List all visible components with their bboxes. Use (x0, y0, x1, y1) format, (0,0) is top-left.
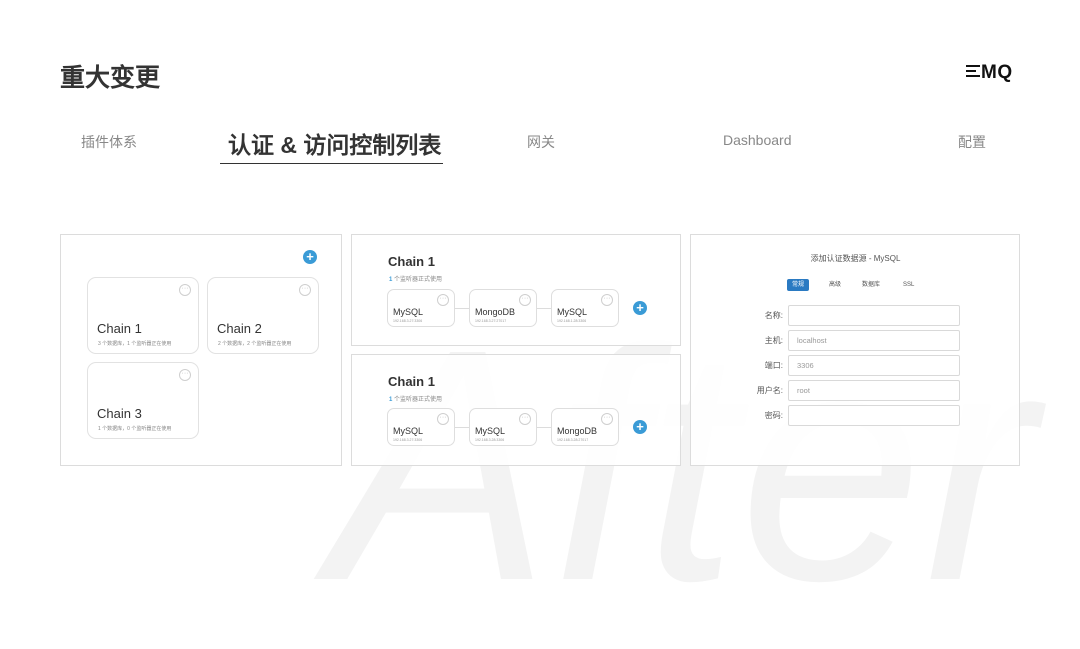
add-auth-source-panel: 添加认证数据源 - MySQL 常规 高级 数据库 SSL 名称: 主机: lo… (690, 234, 1020, 466)
chain-desc: 1 个数据库，0 个监听器正在使用 (98, 426, 172, 432)
node-address: 192.168.1.28:3306 (557, 319, 587, 323)
tab-config[interactable]: 配置 (958, 132, 986, 152)
more-options-icon[interactable]: ··· (601, 294, 613, 306)
form-tab-database[interactable]: 数据库 (862, 279, 880, 291)
add-node-button[interactable]: + (633, 301, 647, 315)
emq-logo: MQ (966, 62, 1013, 84)
node-address: 192.168.3.27:27017 (475, 319, 507, 323)
more-options-icon[interactable]: ··· (519, 413, 531, 425)
more-options-icon[interactable]: ··· (437, 413, 449, 425)
data-source-node[interactable]: ··· MySQL 192.168.3.28:3306 (469, 408, 537, 446)
chain-flow-panel: Chain 1 1 个监听器正式使用 ··· MySQL 192.168.3.2… (351, 354, 681, 466)
node-address: 192.168.3.27:3306 (393, 438, 423, 442)
node-name: MySQL (557, 307, 588, 317)
chain-flow-subtitle: 1 个监听器正式使用 (389, 274, 442, 283)
node-name: MySQL (475, 426, 506, 436)
name-field[interactable] (788, 305, 960, 326)
chain-name: Chain 1 (97, 321, 142, 336)
name-label: 名称: (764, 311, 783, 320)
node-connector (455, 308, 470, 309)
listener-text: 个监听器正式使用 (392, 397, 443, 403)
form-tab-ssl[interactable]: SSL (903, 279, 914, 291)
port-label: 端口: (764, 361, 783, 370)
node-connector (455, 427, 470, 428)
node-address: 192.168.3.27:3306 (393, 319, 423, 323)
port-field[interactable]: 3306 (788, 355, 960, 376)
chain-card[interactable]: ··· Chain 3 1 个数据库，0 个监听器正在使用 (87, 362, 199, 439)
tab-dashboard[interactable]: Dashboard (723, 132, 792, 148)
host-field[interactable]: localhost (788, 330, 960, 351)
add-chain-button[interactable]: + (303, 250, 317, 264)
data-source-node[interactable]: ··· MySQL 192.168.3.27:3306 (387, 289, 455, 327)
form-tab-general[interactable]: 常规 (787, 279, 810, 291)
more-options-icon[interactable]: ··· (179, 369, 191, 381)
username-label: 用户名: (756, 386, 783, 395)
chain-name: Chain 2 (217, 321, 262, 336)
tab-plugins[interactable]: 插件体系 (81, 132, 137, 152)
password-field[interactable] (788, 405, 960, 426)
data-source-node[interactable]: ··· MongoDB 192.168.3.27:27017 (469, 289, 537, 327)
more-options-icon[interactable]: ··· (437, 294, 449, 306)
node-connector (537, 427, 552, 428)
node-name: MongoDB (557, 426, 598, 436)
chain-flow-title: Chain 1 (388, 254, 435, 269)
page-title: 重大变更 (60, 64, 161, 92)
more-options-icon[interactable]: ··· (601, 413, 613, 425)
active-tab-underline (220, 163, 443, 164)
add-node-button[interactable]: + (633, 420, 647, 434)
data-source-node[interactable]: ··· MySQL 192.168.3.27:3306 (387, 408, 455, 446)
chain-desc: 2 个数据库，2 个监听器正在使用 (218, 341, 292, 347)
password-label: 密码: (764, 411, 783, 420)
host-label: 主机: (764, 336, 783, 345)
node-name: MySQL (393, 426, 424, 436)
form-title: 添加认证数据源 - MySQL (810, 254, 901, 263)
username-field[interactable]: root (788, 380, 960, 401)
chain-name: Chain 3 (97, 406, 142, 421)
chain-card[interactable]: ··· Chain 1 3 个数据库，1 个监听器正在使用 (87, 277, 199, 354)
logo-bars-icon (966, 64, 980, 77)
node-connector (537, 308, 552, 309)
tab-auth-acl[interactable]: 认证 & 访问控制列表 (228, 126, 441, 160)
node-name: MySQL (393, 307, 424, 317)
chain-flow-title: Chain 1 (388, 374, 435, 389)
data-source-node[interactable]: ··· MySQL 192.168.1.28:3306 (551, 289, 619, 327)
form-tab-advanced[interactable]: 高级 (829, 279, 841, 291)
more-options-icon[interactable]: ··· (179, 284, 191, 296)
more-options-icon[interactable]: ··· (299, 284, 311, 296)
chain-list-panel: + ··· Chain 1 3 个数据库，1 个监听器正在使用 ··· Chai… (60, 234, 342, 466)
node-address: 192.168.3.28:3306 (475, 438, 505, 442)
node-name: MongoDB (475, 307, 516, 317)
tab-gateway[interactable]: 网关 (527, 132, 555, 152)
listener-text: 个监听器正式使用 (392, 277, 443, 283)
chain-desc: 3 个数据库，1 个监听器正在使用 (98, 341, 172, 347)
more-options-icon[interactable]: ··· (519, 294, 531, 306)
data-source-node[interactable]: ··· MongoDB 192.168.3.28:27017 (551, 408, 619, 446)
node-address: 192.168.3.28:27017 (557, 438, 589, 442)
chain-flow-subtitle: 1 个监听器正式使用 (389, 394, 442, 403)
logo-text: MQ (981, 62, 1013, 83)
chain-card[interactable]: ··· Chain 2 2 个数据库，2 个监听器正在使用 (207, 277, 319, 354)
chain-flow-panel: Chain 1 1 个监听器正式使用 ··· MySQL 192.168.3.2… (351, 234, 681, 346)
